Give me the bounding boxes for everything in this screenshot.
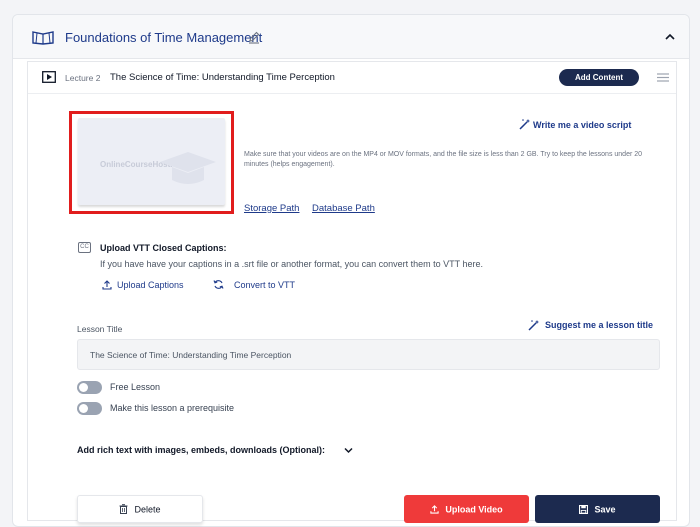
captions-description: If you have have your captions in a .srt… (100, 259, 484, 269)
free-lesson-label: Free Lesson (110, 382, 161, 392)
prerequisite-toggle[interactable] (77, 402, 102, 415)
upload-icon (102, 280, 112, 290)
section-title: Foundations of Time Management (65, 30, 263, 45)
upload-icon (430, 504, 439, 514)
free-lesson-toggle[interactable] (77, 381, 102, 394)
save-button[interactable]: Save (535, 495, 660, 523)
section-header[interactable]: Foundations of Time Management (13, 15, 689, 59)
lecture-header[interactable]: Lecture 2 The Science of Time: Understan… (28, 62, 676, 94)
section-card: Foundations of Time Management Lecture 2… (12, 14, 690, 527)
magic-wand-icon (528, 320, 539, 331)
chevron-down-icon[interactable] (344, 447, 353, 454)
chevron-up-icon[interactable] (664, 32, 676, 42)
storage-path-link[interactable]: Storage Path (244, 203, 299, 214)
delete-button[interactable]: Delete (77, 495, 203, 523)
refresh-icon (213, 280, 224, 289)
lecture-card: Lecture 2 The Science of Time: Understan… (27, 61, 677, 523)
delete-label: Delete (134, 504, 161, 515)
video-thumbnail-highlight[interactable]: OnlineCourseHost.com (69, 111, 234, 214)
lecture-title: The Science of Time: Understanding Time … (110, 72, 335, 83)
floppy-disk-icon (579, 504, 589, 514)
rich-text-toggle[interactable]: Add rich text with images, embeds, downl… (77, 445, 325, 455)
hamburger-icon[interactable] (657, 73, 669, 82)
write-video-script-link[interactable]: Write me a video script (533, 120, 631, 130)
lesson-title-label: Lesson Title (77, 324, 123, 334)
prerequisite-label: Make this lesson a prerequisite (110, 403, 235, 413)
lesson-title-input[interactable] (77, 339, 660, 370)
video-thumbnail[interactable]: OnlineCourseHost.com (78, 118, 225, 205)
trash-icon (119, 504, 128, 515)
upload-captions-link[interactable]: Upload Captions (117, 280, 184, 290)
captions-title: Upload VTT Closed Captions: (100, 243, 227, 253)
closed-captions-icon: CC (78, 242, 91, 253)
book-open-icon (32, 31, 54, 45)
save-label: Save (594, 504, 616, 515)
video-play-icon (42, 71, 56, 83)
magic-wand-icon (519, 119, 530, 130)
graduation-cap-icon (160, 152, 216, 184)
lecture-number: Lecture 2 (65, 73, 101, 83)
pencil-icon[interactable] (247, 30, 261, 44)
convert-to-vtt-link[interactable]: Convert to VTT (234, 280, 295, 290)
add-content-button[interactable]: Add Content (559, 69, 639, 86)
upload-video-button[interactable]: Upload Video (404, 495, 529, 523)
upload-video-label: Upload Video (445, 504, 503, 515)
suggest-lesson-title-link[interactable]: Suggest me a lesson title (545, 320, 653, 330)
page: Foundations of Time Management Lecture 2… (0, 0, 700, 527)
video-upload-info: Make sure that your videos are on the MP… (244, 151, 643, 168)
database-path-link[interactable]: Database Path (312, 203, 375, 214)
